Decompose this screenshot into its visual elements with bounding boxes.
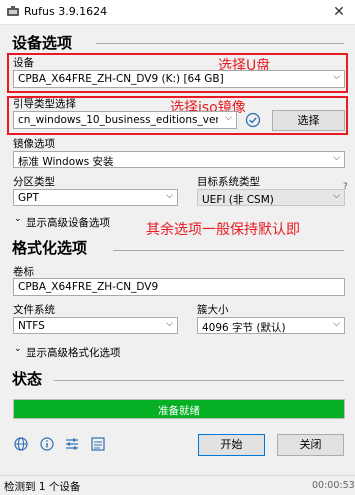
boot-type-dropdown-value: cn_windows_10_business_editions_version_…	[18, 114, 218, 126]
chevron-down-icon: ⌵	[333, 153, 340, 163]
device-dropdown[interactable]: CPBA_X64FRE_ZH-CN_DV9 (K:) [64 GB] ⌵	[13, 70, 345, 88]
info-icon[interactable]	[40, 437, 54, 451]
chevron-down-icon: ⌵	[225, 113, 232, 123]
advanced-format-toggle[interactable]: 显示高级格式化选项	[26, 345, 121, 360]
volume-label-input[interactable]: CPBA_X64FRE_ZH-CN_DV9	[13, 278, 345, 296]
chevron-down-icon: ⌵	[333, 319, 340, 329]
file-system-label: 文件系统	[13, 304, 55, 316]
boot-type-label: 引导类型选择	[13, 98, 76, 110]
annotation-keep-defaults: 其余选项一般保持默认即	[146, 222, 300, 238]
target-system-value: UEFI (非 CSM)	[202, 194, 274, 206]
volume-label-value: CPBA_X64FRE_ZH-CN_DV9	[18, 281, 159, 293]
advanced-device-toggle[interactable]: 显示高级设备选项	[26, 215, 110, 230]
file-system-value: NTFS	[18, 320, 45, 332]
section-divider	[113, 250, 344, 251]
chevron-down-icon: ⌵	[166, 319, 173, 329]
log-icon[interactable]	[91, 437, 105, 451]
settings-sliders-icon[interactable]	[65, 437, 79, 451]
rufus-app-icon	[7, 6, 19, 16]
window-title: Rufus 3.9.1624	[24, 5, 108, 18]
format-section-title: 格式化选项	[12, 239, 88, 257]
help-icon[interactable]: ?	[343, 182, 348, 192]
target-system-label: 目标系统类型	[197, 176, 260, 188]
status-bar-text: 检测到 1 个设备	[4, 481, 81, 493]
status-bar: 检测到 1 个设备 00:00:53	[0, 475, 355, 495]
boot-type-dropdown[interactable]: cn_windows_10_business_editions_version_…	[13, 111, 237, 129]
chevron-down-icon: ⌵	[333, 72, 340, 82]
progress-status-text: 准备就绪	[158, 405, 200, 417]
title-bar: Rufus 3.9.1624 ✕	[0, 0, 355, 25]
language-globe-icon[interactable]	[14, 437, 28, 451]
device-section-title: 设备选项	[12, 34, 73, 52]
window-close-button[interactable]: ✕	[327, 2, 351, 22]
partition-scheme-label: 分区类型	[13, 176, 55, 188]
chevron-down-icon: ⌵	[166, 191, 173, 201]
partition-scheme-dropdown[interactable]: GPT ⌵	[13, 189, 178, 206]
select-image-button[interactable]: 选择	[272, 110, 345, 131]
section-divider	[54, 380, 344, 381]
chevron-down-icon[interactable]: ⌄	[14, 214, 22, 224]
chevron-down-icon: ⌵	[333, 191, 340, 201]
file-system-dropdown[interactable]: NTFS ⌵	[13, 317, 178, 334]
partition-scheme-value: GPT	[18, 192, 39, 204]
image-option-dropdown[interactable]: 标准 Windows 安装 ⌵	[13, 151, 345, 168]
cluster-size-value: 4096 字节 (默认)	[202, 322, 286, 334]
cluster-size-dropdown[interactable]: 4096 字节 (默认) ⌵	[197, 317, 345, 334]
image-option-value: 标准 Windows 安装	[18, 156, 114, 168]
cluster-size-label: 簇大小	[197, 304, 229, 316]
close-button[interactable]: 关闭	[277, 434, 344, 456]
progress-bar: 准备就绪	[13, 399, 345, 419]
section-divider	[96, 43, 344, 44]
volume-label-label: 卷标	[13, 266, 34, 278]
checksum-check-icon[interactable]	[245, 112, 261, 128]
device-label: 设备	[13, 57, 34, 69]
target-system-dropdown[interactable]: UEFI (非 CSM) ⌵	[197, 189, 345, 206]
start-button[interactable]: 开始	[198, 434, 265, 456]
status-section-title: 状态	[12, 370, 43, 388]
chevron-down-icon[interactable]: ⌄	[14, 344, 22, 354]
device-dropdown-value: CPBA_X64FRE_ZH-CN_DV9 (K:) [64 GB]	[18, 73, 224, 85]
elapsed-timer: 00:00:53	[312, 480, 355, 491]
image-option-label: 镜像选项	[13, 138, 55, 150]
